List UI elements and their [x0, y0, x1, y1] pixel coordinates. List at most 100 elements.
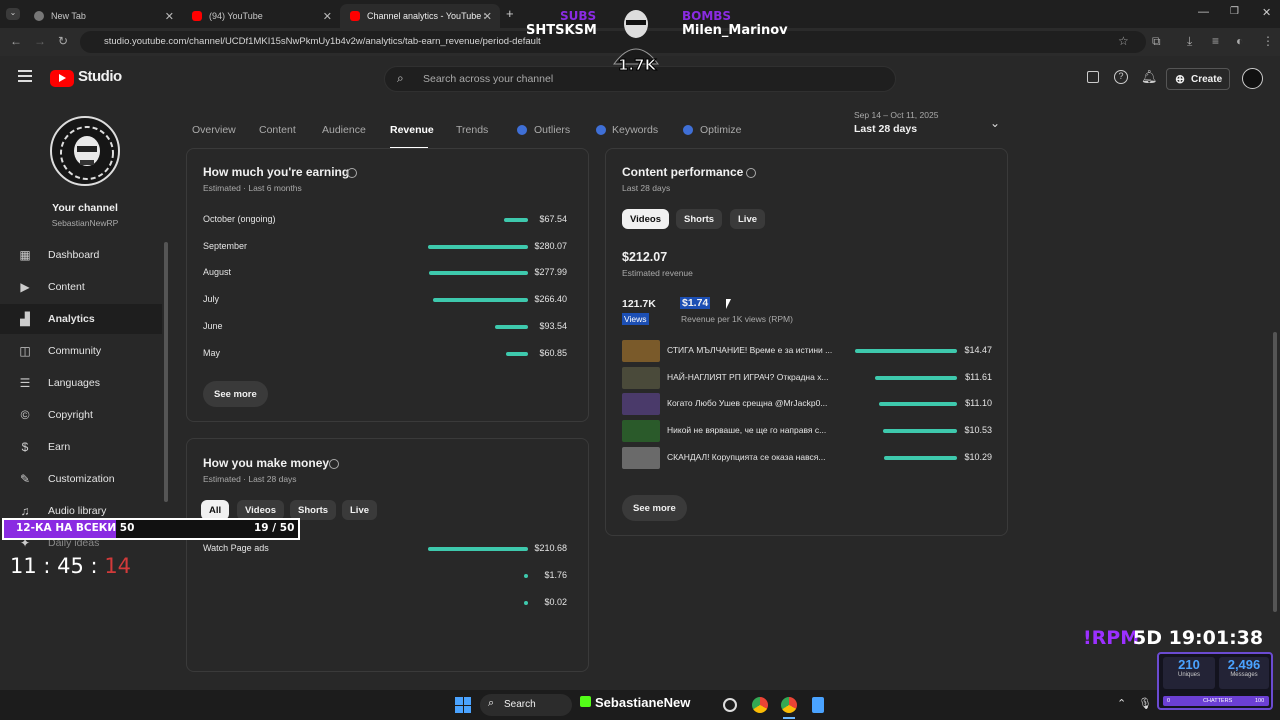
active-app-indicator — [783, 717, 795, 719]
sidebar-item-analytics[interactable]: ▟ Analytics — [0, 304, 162, 334]
filter-shorts[interactable]: Shorts — [290, 500, 337, 520]
account-avatar[interactable] — [1242, 68, 1263, 89]
obs-icon[interactable] — [723, 698, 737, 712]
close-tab-icon[interactable]: ✕ — [323, 10, 332, 23]
info-icon[interactable] — [329, 459, 339, 469]
help-icon[interactable]: ? — [1114, 70, 1128, 84]
date-range-selector[interactable]: Sep 14 – Oct 11, 2025 Last 28 days ⌄ — [854, 110, 1004, 140]
video-thumbnail[interactable] — [622, 393, 660, 416]
earning-title: How much you're earning — [203, 165, 350, 179]
hamburger-menu-icon[interactable] — [18, 70, 32, 82]
messages-value: 2,496 — [1227, 657, 1261, 672]
rpm-value[interactable]: $1.74 — [680, 297, 711, 309]
extensions-icon[interactable]: ⧉ — [1152, 34, 1161, 49]
video-title[interactable]: СКАНДАЛ! Корупцията се оказа нався... — [667, 452, 837, 462]
filter-live[interactable]: Live — [730, 209, 766, 229]
restore-icon[interactable]: ❐ — [1230, 6, 1239, 17]
tab-outliers[interactable]: Outliers — [534, 124, 570, 136]
video-title[interactable]: НАЙ-НАГЛИЯТ РП ИГРАЧ? Открадна х... — [667, 372, 837, 382]
profile-icon[interactable]: ◐ — [1236, 34, 1243, 48]
sidebar-item-customization[interactable]: ✎ Customization — [0, 464, 162, 494]
create-plus-icon: ⊕ — [1175, 72, 1186, 86]
see-more-button[interactable]: See more — [622, 495, 687, 521]
media-icon[interactable]: ≡ — [1212, 34, 1219, 48]
browser-tab-youtube[interactable]: (94) YouTube ✕ — [182, 4, 340, 28]
tab-audience[interactable]: Audience — [322, 124, 366, 136]
video-thumbnail[interactable] — [622, 420, 660, 443]
filter-videos[interactable]: Videos — [237, 500, 284, 520]
close-tab-icon[interactable]: ✕ — [483, 10, 492, 23]
sidebar: Your channel SebastianNewRP ▦ Dashboard ▶… — [0, 102, 170, 690]
new-tab-icon[interactable]: + — [506, 6, 514, 21]
menu-icon[interactable]: ⋮ — [1262, 34, 1274, 48]
video-title[interactable]: Когато Любо Ушев срещна @MrJackp0... — [667, 398, 837, 408]
taskbar-search[interactable]: ⌕ Search — [480, 694, 572, 716]
feedback-icon[interactable] — [1087, 71, 1099, 83]
earning-subtitle: Estimated · Last 6 months — [203, 183, 302, 193]
tab-keywords[interactable]: Keywords — [612, 124, 658, 136]
video-thumbnail[interactable] — [622, 340, 660, 362]
tab-trends[interactable]: Trends — [456, 124, 488, 136]
page-scrollbar[interactable] — [1273, 332, 1277, 612]
filter-live[interactable]: Live — [342, 500, 378, 520]
download-icon[interactable]: ⤓ — [1187, 34, 1192, 49]
close-tab-icon[interactable]: ✕ — [165, 10, 174, 23]
messages-label: Messages — [1230, 672, 1258, 678]
chrome-taskbar-icon[interactable] — [781, 697, 797, 713]
filter-all[interactable]: All — [201, 500, 230, 520]
timer-main: 11 : 45 : — [10, 554, 98, 578]
views-label[interactable]: Views — [622, 313, 649, 325]
content-icon: ▶ — [20, 280, 30, 294]
browser-tab-newtab[interactable]: New Tab ✕ — [24, 4, 182, 28]
app-label-text: SebastianeNew — [595, 695, 691, 710]
back-icon[interactable]: ← — [10, 34, 22, 48]
see-more-button[interactable]: See more — [203, 381, 268, 407]
chrome-taskbar-icon[interactable] — [752, 697, 768, 713]
reload-icon[interactable]: ↻ — [58, 34, 68, 48]
minimize-icon[interactable]: — — [1198, 6, 1209, 18]
notifications-bell-icon[interactable]: 🔔︎ — [1141, 69, 1158, 85]
youtube-logo-icon[interactable] — [50, 70, 74, 87]
video-title[interactable]: СТИГА МЪЛЧАНИЕ! Време е за истини ... — [667, 345, 837, 355]
info-icon[interactable] — [746, 168, 756, 178]
video-title[interactable]: Никой не вярваше, че ще го направя с... — [667, 425, 837, 435]
tray-chevron-icon[interactable]: ⌃ — [1117, 697, 1126, 710]
channel-avatar[interactable] — [50, 116, 120, 186]
forward-icon[interactable]: → — [34, 34, 46, 48]
video-thumbnail[interactable] — [622, 446, 660, 469]
overlay-clock: 5D 19:01:38 — [1133, 627, 1264, 649]
tab-content[interactable]: Content — [259, 124, 296, 136]
filter-videos[interactable]: Videos — [622, 209, 669, 229]
sidebar-item-dashboard[interactable]: ▦ Dashboard — [0, 240, 162, 270]
tab-optimize[interactable]: Optimize — [700, 124, 741, 136]
money-value: $0.02 — [544, 597, 567, 607]
taskbar-app-label[interactable]: SebastianeNew — [580, 695, 690, 710]
sidebar-item-copyright[interactable]: © Copyright — [0, 400, 162, 430]
close-window-icon[interactable]: ✕ — [1262, 6, 1271, 19]
studio-logo-text[interactable]: Studio — [78, 68, 122, 85]
outliers-icon — [517, 125, 527, 135]
create-label: Create — [1191, 74, 1223, 85]
overlay-subs-name: SHTSKSM — [526, 23, 597, 38]
notepad-icon[interactable] — [812, 697, 824, 713]
estimated-revenue-value: $212.07 — [622, 250, 668, 264]
sidebar-item-earn[interactable]: $ Earn — [0, 432, 162, 462]
filter-shorts[interactable]: Shorts — [676, 209, 723, 229]
tab-revenue[interactable]: Revenue — [390, 124, 434, 136]
bookmark-star-icon[interactable]: ☆ — [1118, 34, 1129, 48]
keywords-icon — [596, 125, 606, 135]
sidebar-item-languages[interactable]: ☰ Languages — [0, 368, 162, 398]
tab-overview[interactable]: Overview — [192, 124, 236, 136]
sidebar-item-label: Community — [48, 345, 102, 357]
browser-tab-analytics[interactable]: Channel analytics - YouTube St... ✕ — [340, 4, 500, 28]
info-icon[interactable] — [347, 168, 357, 178]
microphone-icon[interactable]: 🎙︎ — [1138, 697, 1152, 710]
video-thumbnail[interactable] — [622, 366, 660, 389]
tab-search-icon[interactable]: ⌄ — [6, 8, 20, 20]
earning-month-label: September — [203, 240, 248, 251]
sidebar-scrollbar[interactable] — [164, 242, 168, 502]
sidebar-item-content[interactable]: ▶ Content — [0, 272, 162, 302]
windows-start-icon[interactable] — [455, 697, 471, 713]
sidebar-item-community[interactable]: ◫ Community — [0, 336, 162, 366]
create-button[interactable]: ⊕ Create — [1166, 68, 1230, 90]
